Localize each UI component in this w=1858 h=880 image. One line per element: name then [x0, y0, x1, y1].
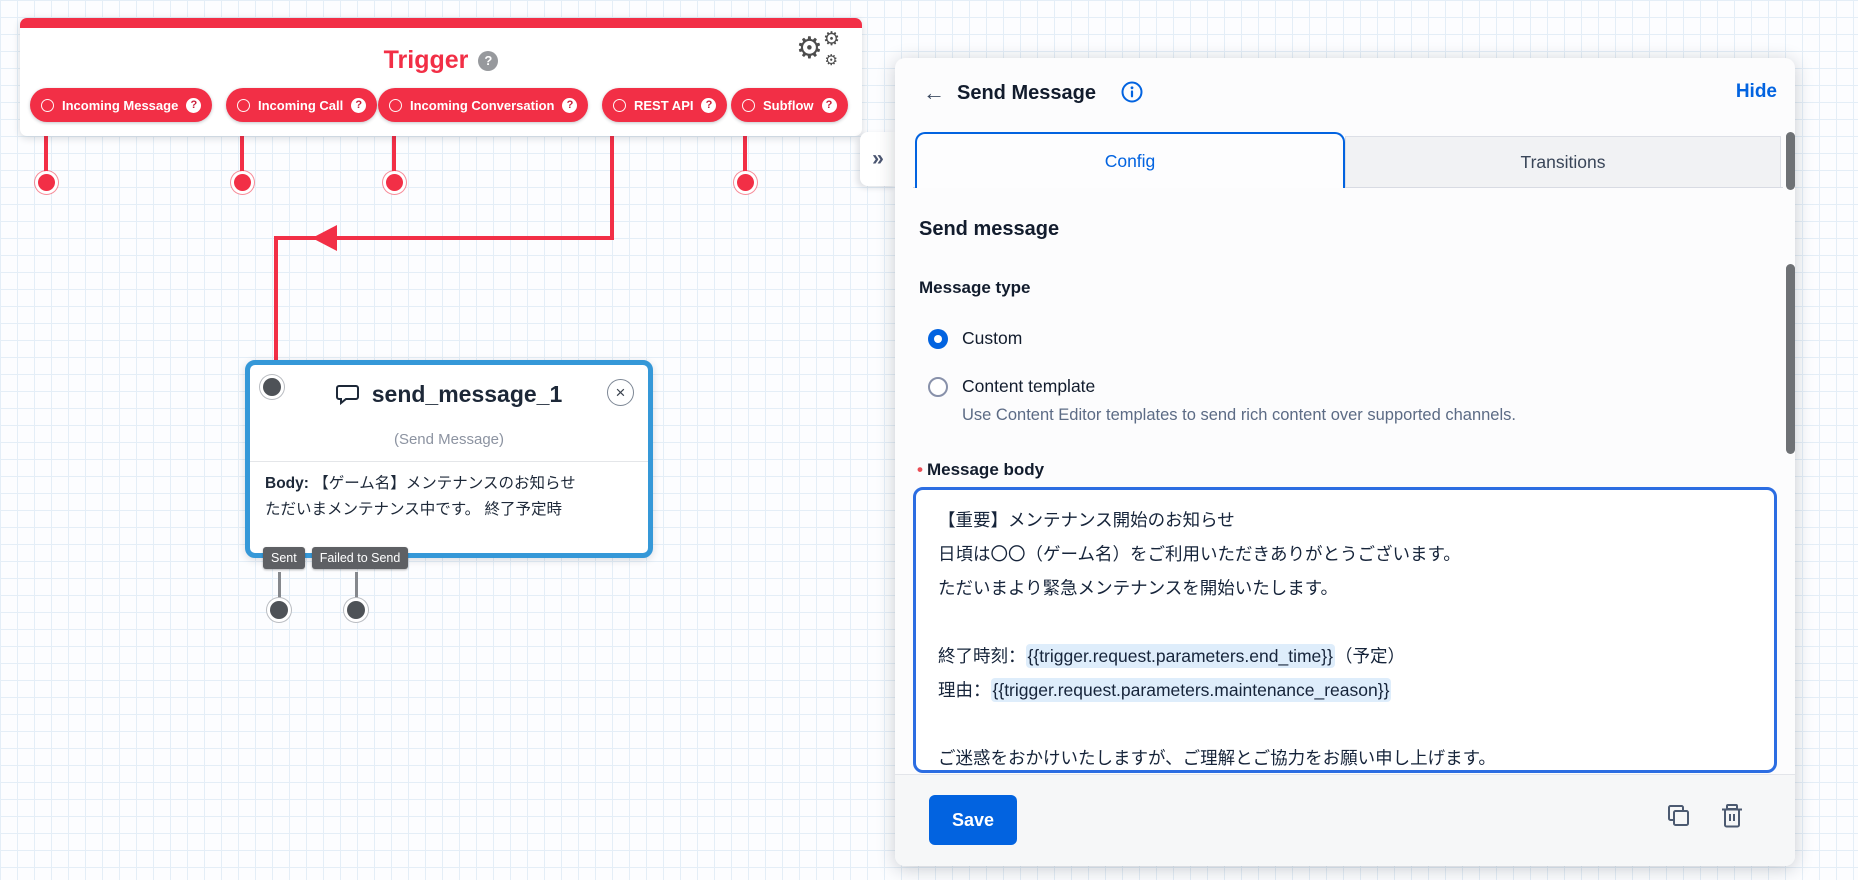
widget-name: send_message_1 — [371, 381, 563, 407]
flow-canvas[interactable]: Trigger ? ⚙ ⚙ ⚙ Incoming Message ? Incom… — [0, 0, 1858, 880]
widget-body-preview: Body: 【ゲーム名】メンテナンスのお知らせ ただいまメンテナンス中です。 終… — [265, 475, 576, 518]
panel-title: Send Message — [957, 82, 1096, 104]
trigger-port-incoming-message[interactable] — [38, 174, 55, 191]
scrollbar-thumb[interactable] — [1786, 132, 1795, 190]
help-icon[interactable]: ? — [562, 97, 578, 113]
trigger-pill-rest-api[interactable]: REST API ? — [602, 88, 728, 122]
required-marker: • — [917, 460, 923, 479]
pill-port-icon — [613, 98, 626, 112]
trigger-port-subflow[interactable] — [737, 174, 754, 191]
pill-port-icon — [389, 98, 402, 112]
send-message-widget[interactable]: send_message_1 × (Send Message) Body: 【ゲ… — [245, 360, 653, 569]
chevron-double-right-icon: » — [872, 147, 884, 170]
message-body-input[interactable]: 【重要】メンテナンス開始のお知らせ 日頃は〇〇（ゲーム名）をご利用いただきありがと… — [913, 487, 1777, 773]
connector-line — [278, 572, 281, 602]
radio-custom-label[interactable]: Custom — [962, 328, 1022, 349]
gear-icon[interactable]: ⚙ ⚙ ⚙ — [796, 30, 840, 68]
divider — [250, 461, 648, 462]
radio-content-template[interactable] — [928, 377, 948, 397]
section-heading: Send message — [919, 218, 1060, 240]
widget-output-port-sent[interactable] — [270, 601, 288, 619]
message-type-label: Message type — [919, 278, 1031, 297]
trigger-accent-bar — [20, 18, 862, 28]
tab-config[interactable]: Config — [915, 132, 1345, 188]
pill-port-icon — [742, 98, 755, 112]
trigger-title: Trigger — [383, 46, 469, 74]
transition-badge-sent[interactable]: Sent — [263, 547, 305, 569]
help-icon[interactable]: ? — [478, 50, 499, 71]
save-button[interactable]: Save — [929, 795, 1017, 845]
connector-line-rest-api — [274, 236, 278, 362]
widget-config-panel: ← Send Message Hide Config Transitions S… — [895, 58, 1795, 866]
connector-line — [355, 572, 358, 602]
help-icon[interactable]: ? — [186, 97, 202, 113]
trigger-pill-incoming-call[interactable]: Incoming Call ? — [226, 88, 378, 122]
trash-icon[interactable] — [1717, 801, 1747, 831]
close-icon[interactable]: × — [607, 379, 634, 406]
trigger-pill-incoming-message[interactable]: Incoming Message ? — [30, 88, 213, 122]
pill-port-icon — [237, 98, 250, 112]
widget-output-port-failed[interactable] — [347, 601, 365, 619]
info-icon[interactable] — [1121, 81, 1143, 103]
radio-custom[interactable] — [928, 329, 948, 349]
trigger-port-incoming-call[interactable] — [234, 174, 251, 191]
trigger-pill-incoming-conversation[interactable]: Incoming Conversation ? — [378, 88, 589, 122]
scrollbar-thumb[interactable] — [1786, 264, 1795, 454]
transition-badge-failed-to-send[interactable]: Failed to Send — [311, 547, 409, 569]
pill-port-icon — [41, 98, 54, 112]
help-icon[interactable]: ? — [701, 97, 717, 113]
panel-footer: Save — [895, 774, 1795, 866]
help-icon[interactable]: ? — [821, 97, 837, 113]
chat-bubble-icon — [335, 384, 359, 405]
content-template-help-text: Use Content Editor templates to send ric… — [962, 406, 1516, 424]
copy-icon[interactable] — [1663, 801, 1693, 831]
trigger-pill-subflow[interactable]: Subflow ? — [731, 88, 848, 122]
back-arrow-icon[interactable]: ← — [923, 80, 945, 106]
connector-arrow — [312, 225, 337, 251]
radio-content-template-label[interactable]: Content template — [962, 376, 1095, 397]
tab-transitions[interactable]: Transitions — [1345, 136, 1781, 187]
message-body-label: • Message body — [917, 460, 1045, 479]
connector-line-rest-api — [610, 120, 614, 240]
trigger-port-incoming-conversation[interactable] — [386, 174, 403, 191]
help-icon[interactable]: ? — [351, 97, 367, 113]
widget-type-label: (Send Message) — [393, 431, 505, 448]
hide-link[interactable]: Hide — [1736, 81, 1777, 103]
panel-collapse-button[interactable]: » — [860, 132, 896, 186]
